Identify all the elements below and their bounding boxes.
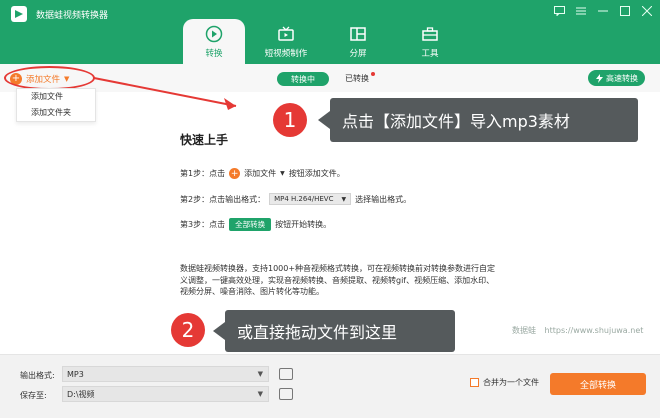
merge-option[interactable]: 合并为一个文件 xyxy=(470,377,539,388)
tab-label: 分屏 xyxy=(349,49,367,59)
menu-icon[interactable] xyxy=(574,4,588,18)
tab-short-video[interactable]: 短视频制作 xyxy=(255,19,317,64)
tv-icon xyxy=(278,26,294,41)
output-format-value: MP3 xyxy=(67,369,84,379)
callout-2: 或直接拖动文件到这里 xyxy=(213,310,455,352)
notification-dot xyxy=(371,72,375,76)
menu-item-add-file[interactable]: 添加文件 xyxy=(17,89,95,105)
converted-label: 已转换 xyxy=(345,74,369,83)
tab-label: 短视频制作 xyxy=(264,49,308,59)
save-to-value: D:\视频 xyxy=(67,389,95,399)
step-1-suffix: 按钮添加文件。 xyxy=(288,169,345,178)
save-to-label: 保存至: xyxy=(20,391,47,400)
chevron-down-icon: ▼ xyxy=(257,390,263,398)
tab-label: 转换 xyxy=(205,49,223,59)
chevron-down-icon: ▼ xyxy=(341,195,347,203)
step-3-text: 第3步：点击 xyxy=(180,220,226,229)
tab-tools[interactable]: 工具 xyxy=(399,19,461,64)
output-format-label: 输出格式: xyxy=(20,371,55,380)
watermark-url: https://www.shujuwa.net xyxy=(544,326,644,335)
step-3-suffix: 按钮开始转换。 xyxy=(275,220,332,229)
fast-convert-label: 高速转换 xyxy=(606,73,638,83)
minimize-icon[interactable] xyxy=(596,4,610,18)
step-1: 第1步：点击 + 添加文件 ▼ 按钮添加文件。 xyxy=(180,168,345,179)
format-chip: MP4 H.264/HEVC ▼ xyxy=(269,193,352,205)
plus-icon: + xyxy=(229,168,241,179)
app-title: 数据蛙视频转换器 xyxy=(36,11,109,21)
tab-convert[interactable]: 转换 xyxy=(183,19,245,64)
add-file-menu: 添加文件 添加文件夹 xyxy=(16,88,96,122)
step-2: 第2步：点击输出格式： MP4 H.264/HEVC ▼ 选择输出格式。 xyxy=(180,193,411,205)
window-controls xyxy=(552,4,654,18)
format-chip-label: MP4 H.264/HEVC xyxy=(274,195,334,203)
menu-item-add-folder[interactable]: 添加文件夹 xyxy=(17,105,95,121)
step-2-suffix: 选择输出格式。 xyxy=(355,194,412,204)
annotation-ellipse xyxy=(4,66,95,90)
app-window: 数据蛙视频转换器 转换 短视频制作 分屏 工具 + 添加文件 ▼ 转换中 已转换… xyxy=(0,0,660,418)
step-2-text: 第2步：点击输出格式： xyxy=(180,194,266,204)
quick-start-title: 快速上手 xyxy=(180,133,229,147)
callout-1: 点击【添加文件】导入mp3素材 xyxy=(318,98,638,142)
toolbox-icon xyxy=(422,27,438,41)
merge-checkbox[interactable] xyxy=(470,378,479,387)
step-badge-2: 2 xyxy=(171,313,205,347)
output-format-select[interactable]: MP3 ▼ xyxy=(62,366,269,382)
tab-converting[interactable]: 转换中 xyxy=(277,72,329,86)
watermark-brand: 数据蛙 xyxy=(512,326,536,335)
annotation-arrow xyxy=(93,77,237,110)
maximize-icon[interactable] xyxy=(618,4,632,18)
split-screen-icon xyxy=(350,27,366,41)
step-1-button-label: 添加文件 xyxy=(244,169,277,178)
tab-split-screen[interactable]: 分屏 xyxy=(327,19,389,64)
folder-icon[interactable] xyxy=(279,388,293,400)
fast-convert-button[interactable]: 高速转换 xyxy=(588,70,645,86)
convert-icon xyxy=(205,25,223,43)
merge-label: 合并为一个文件 xyxy=(483,378,539,387)
main-tabs: 转换 短视频制作 分屏 工具 xyxy=(183,19,471,64)
format-settings-icon[interactable] xyxy=(279,368,293,380)
lightning-icon xyxy=(596,73,603,83)
tab-converted[interactable]: 已转换 xyxy=(345,72,375,84)
close-icon[interactable] xyxy=(640,4,654,18)
chevron-down-icon: ▼ xyxy=(280,170,285,177)
watermark: 数据蛙 https://www.shujuwa.net xyxy=(512,325,643,336)
header-bar: 数据蛙视频转换器 转换 短视频制作 分屏 工具 xyxy=(0,0,660,64)
step-1-text: 第1步：点击 xyxy=(180,169,226,178)
app-description: 数据蛙视频转换器，支持1000+种音视频格式转换，可在视频转换前对转换参数进行自… xyxy=(180,264,496,296)
chevron-down-icon: ▼ xyxy=(257,370,263,378)
convert-all-button[interactable]: 全部转换 xyxy=(550,373,646,395)
step-badge-1: 1 xyxy=(273,103,307,137)
tab-label: 工具 xyxy=(421,49,439,59)
feedback-icon[interactable] xyxy=(552,4,566,18)
step-3-button-label: 全部转换 xyxy=(229,218,272,231)
app-logo-icon xyxy=(11,6,27,22)
save-to-select[interactable]: D:\视频 ▼ xyxy=(62,386,269,402)
step-3: 第3步：点击 全部转换 按钮开始转换。 xyxy=(180,218,331,231)
